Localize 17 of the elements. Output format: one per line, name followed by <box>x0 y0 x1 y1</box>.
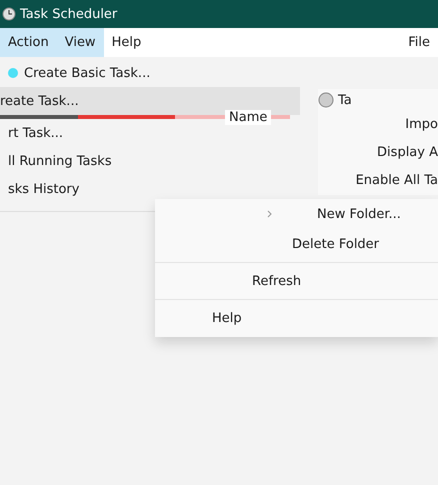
menu-item[interactable]: Display A <box>377 139 438 167</box>
menu-item[interactable]: File <box>400 28 438 57</box>
clock-icon <box>2 7 16 21</box>
column-header: Name <box>225 110 272 125</box>
menu-item[interactable]: Delete Folder <box>155 229 438 259</box>
menu-item[interactable]: ll Running Tasks <box>0 147 300 175</box>
menu-item[interactable]: Refresh <box>155 266 438 296</box>
menu-item[interactable]: Help <box>155 303 438 333</box>
menu-item[interactable]: View <box>56 28 104 57</box>
window-title: Task Scheduler <box>20 6 118 22</box>
menu-item[interactable]: Impo <box>405 111 438 139</box>
menu-item[interactable]: Enable All Ta <box>356 167 438 195</box>
task-icon <box>318 92 334 108</box>
menu-item[interactable]: Help <box>104 28 150 57</box>
task-label: Ta <box>338 92 352 108</box>
menu-item[interactable]: Action <box>0 28 57 57</box>
menu-item[interactable]: Create Basic Task... <box>0 59 300 87</box>
